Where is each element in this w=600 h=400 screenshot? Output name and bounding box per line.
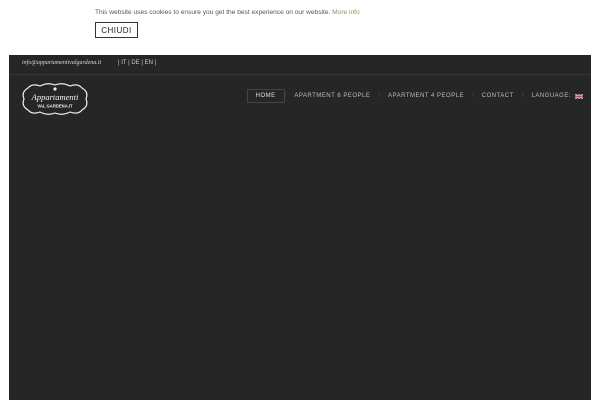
language-links[interactable]: | IT | DE | EN |	[118, 60, 156, 66]
contact-email-link[interactable]: info@appartamentivalgardena.it	[22, 60, 101, 66]
uk-flag-icon	[575, 93, 583, 99]
top-bar: info@appartamentivalgardena.it | IT | DE…	[9, 55, 591, 75]
logo-script-text: Appartamenti	[31, 92, 79, 102]
cookie-message: This website uses cookies to ensure you …	[95, 9, 360, 16]
site-logo[interactable]: Appartamenti VAL GARDENA.IT	[20, 82, 90, 116]
nav-home[interactable]: HOME	[246, 89, 285, 103]
logo-sub-text: VAL GARDENA.IT	[37, 104, 73, 109]
site-header: info@appartamentivalgardena.it | IT | DE…	[9, 55, 591, 400]
cookie-bar: This website uses cookies to ensure you …	[0, 0, 600, 55]
nav-apartment-4[interactable]: APARTMENT 4 PEOPLE	[380, 89, 472, 103]
nav-contact[interactable]: CONTACT	[474, 89, 522, 103]
logo-ornament	[53, 87, 57, 91]
cookie-message-text: This website uses cookies to ensure you …	[95, 9, 331, 16]
main-navigation: HOME / APARTMENT 6 PEOPLE / APARTMENT 4 …	[246, 89, 591, 103]
nav-apartment-6[interactable]: APARTMENT 6 PEOPLE	[286, 89, 378, 103]
cookie-close-button[interactable]: CHIUDI	[95, 22, 138, 38]
nav-language-label: LANGUAGE:	[531, 93, 571, 99]
nav-language[interactable]: LANGUAGE:	[523, 89, 591, 103]
more-info-link[interactable]: More info	[332, 9, 360, 16]
